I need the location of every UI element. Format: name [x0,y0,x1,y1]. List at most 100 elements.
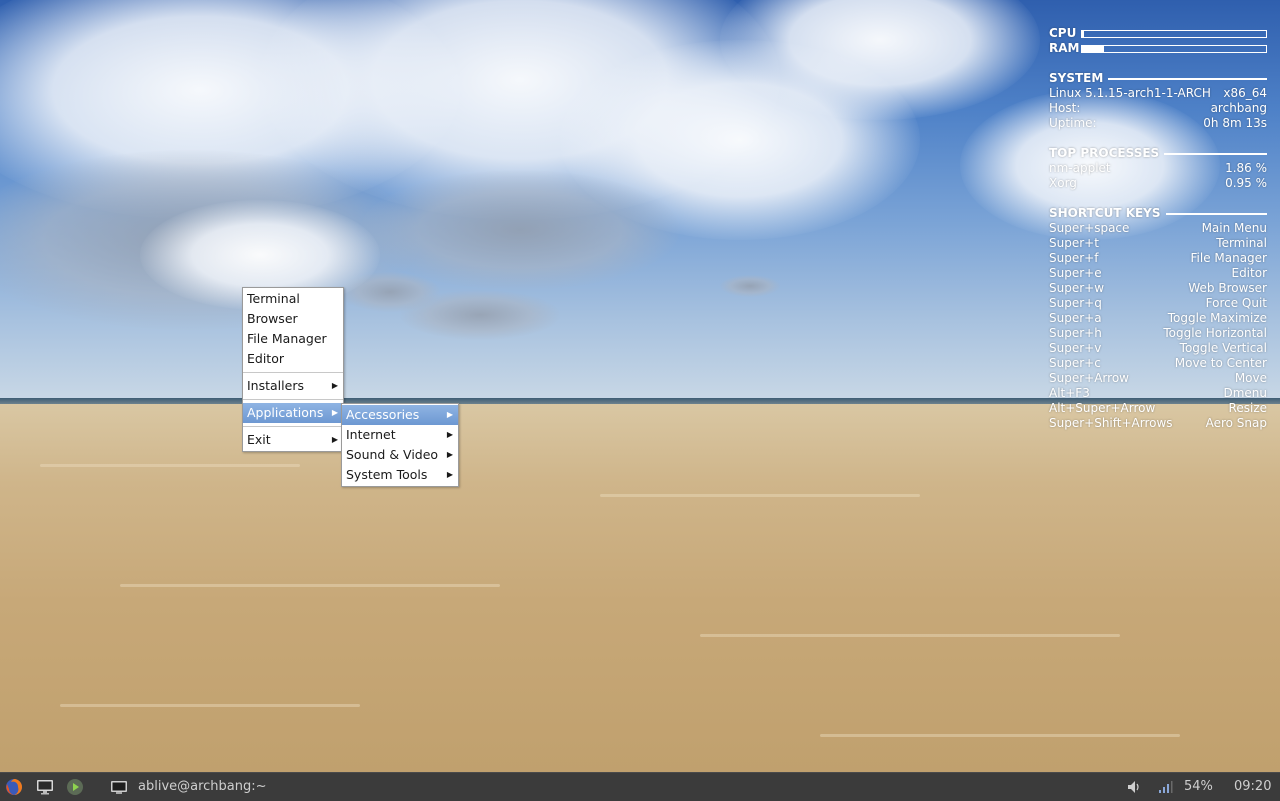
shortcut-row: Super+c Move to Center [1049,356,1267,371]
process-row: nm-applet 1.86 % [1049,161,1267,176]
applications-submenu: Accessories ▶ Internet ▶ Sound & Video ▶… [341,403,459,487]
ram-label: RAM [1049,41,1080,55]
shortcut-action: Move to Center [1174,356,1267,370]
submenu-item-internet-label: Internet [346,427,396,442]
shortcut-action: File Manager [1190,251,1268,265]
shortcut-action: Toggle Maximize [1167,311,1267,325]
battery-percentage[interactable]: 54% [1184,779,1213,794]
taskbar: ablive@archbang:~ 54% 09:20 [0,772,1280,801]
shortcut-action: Force Quit [1205,296,1267,310]
shortcut-key: Super+h [1049,326,1102,340]
shortcut-key: Super+Shift+Arrows [1049,416,1173,430]
host-value: archbang [1210,101,1267,115]
shortcut-key: Super+Arrow [1049,371,1129,385]
submenu-item-sound-video-label: Sound & Video [346,447,439,462]
process-cpu: 0.95 % [1225,176,1267,190]
shortcuts-title: SHORTCUT KEYS [1049,206,1161,220]
submenu-item-sound-video[interactable]: Sound & Video ▶ [342,445,458,465]
desktop-icon[interactable] [36,778,54,796]
submenu-item-accessories[interactable]: Accessories ▶ [342,405,458,425]
processes-title: TOP PROCESSES [1049,146,1160,160]
media-player-icon[interactable] [66,778,84,796]
process-row: Xorg 0.95 % [1049,176,1267,191]
shortcut-action: Dmenu [1223,386,1267,400]
shortcut-row: Super+e Editor [1049,266,1267,281]
shortcut-key: Alt+Super+Arrow [1049,401,1156,415]
processes-section: TOP PROCESSES nm-applet 1.86 % Xorg 0.95 % [1049,146,1267,191]
submenu-arrow-icon: ▶ [446,430,453,439]
conky-monitor: CPU RAM SYSTEM Linux 5.1.15-arch1-1-ARCH… [1049,26,1267,431]
shortcut-key: Super+v [1049,341,1102,355]
process-name: Xorg [1049,176,1077,190]
shortcut-action: Move [1234,371,1267,385]
menu-item-browser[interactable]: Browser [243,309,343,329]
process-name: nm-applet [1049,161,1111,175]
shortcut-row: Super+space Main Menu [1049,221,1267,236]
shortcut-action: Web Browser [1188,281,1267,295]
shortcut-action: Main Menu [1201,221,1267,235]
shortcut-row: Super+q Force Quit [1049,296,1267,311]
shortcut-key: Alt+F3 [1049,386,1090,400]
shortcut-key: Super+f [1049,251,1099,265]
shortcut-key: Super+space [1049,221,1130,235]
shortcut-row: Super+f File Manager [1049,251,1267,266]
shortcut-row: Super+h Toggle Horizontal [1049,326,1267,341]
submenu-arrow-icon: ▶ [446,450,453,459]
shortcuts-section: SHORTCUT KEYS Super+space Main Menu Super… [1049,206,1267,431]
cpu-meter: CPU [1049,26,1267,41]
process-cpu: 1.86 % [1225,161,1267,175]
shortcut-key: Super+w [1049,281,1105,295]
uptime-value: 0h 8m 13s [1203,116,1267,130]
menu-separator [243,399,343,400]
shortcut-row: Alt+Super+Arrow Resize [1049,401,1267,416]
menu-item-file-manager[interactable]: File Manager [243,329,343,349]
architecture: x86_64 [1223,86,1267,100]
submenu-arrow-icon: ▶ [446,410,453,419]
cpu-label: CPU [1049,26,1077,40]
shortcut-key: Super+t [1049,236,1099,250]
menu-item-installers[interactable]: Installers ▶ [243,376,343,396]
menu-item-editor[interactable]: Editor [243,349,343,369]
submenu-arrow-icon: ▶ [446,470,453,479]
root-menu: Terminal Browser File Manager Editor Ins… [242,287,344,452]
shortcut-key: Super+a [1049,311,1102,325]
submenu-item-accessories-label: Accessories [346,407,420,422]
taskbar-window-title[interactable]: ablive@archbang:~ [138,779,267,794]
shortcut-action: Terminal [1216,236,1267,250]
firefox-icon[interactable] [5,778,23,796]
shortcut-action: Resize [1228,401,1267,415]
cpu-bar-fill [1082,30,1084,37]
submenu-item-system-tools[interactable]: System Tools ▶ [342,465,458,485]
network-signal-icon[interactable] [1157,779,1175,797]
submenu-arrow-icon: ▶ [331,381,338,390]
clock[interactable]: 09:20 [1234,779,1271,794]
menu-item-applications[interactable]: Applications ▶ [243,403,343,423]
ram-meter: RAM [1049,41,1267,56]
volume-icon[interactable] [1126,779,1144,797]
shortcut-action: Editor [1231,266,1267,280]
shortcut-key: Super+c [1049,356,1101,370]
submenu-item-system-tools-label: System Tools [346,467,428,482]
host-label: Host: [1049,101,1081,115]
shortcut-action: Aero Snap [1205,416,1267,430]
menu-item-exit[interactable]: Exit ▶ [243,430,343,450]
wallpaper-sand [0,404,1280,800]
shortcut-row: Super+Arrow Move [1049,371,1267,386]
kernel-version: Linux 5.1.15-arch1-1-ARCH [1049,86,1211,100]
submenu-arrow-icon: ▶ [331,435,338,444]
menu-separator [243,426,343,427]
menu-item-exit-label: Exit [247,432,271,447]
shortcut-key: Super+e [1049,266,1102,280]
shortcut-row: Super+Shift+Arrows Aero Snap [1049,416,1267,431]
shortcut-key: Super+q [1049,296,1102,310]
menu-item-installers-label: Installers [247,378,304,393]
submenu-item-internet[interactable]: Internet ▶ [342,425,458,445]
menu-item-terminal[interactable]: Terminal [243,289,343,309]
shortcut-action: Toggle Horizontal [1163,326,1267,340]
shortcut-row: Super+t Terminal [1049,236,1267,251]
cpu-bar [1081,29,1267,38]
shortcut-row: Super+a Toggle Maximize [1049,311,1267,326]
ram-bar [1081,44,1267,53]
submenu-arrow-icon: ▶ [331,408,338,417]
uptime-label: Uptime: [1049,116,1097,130]
